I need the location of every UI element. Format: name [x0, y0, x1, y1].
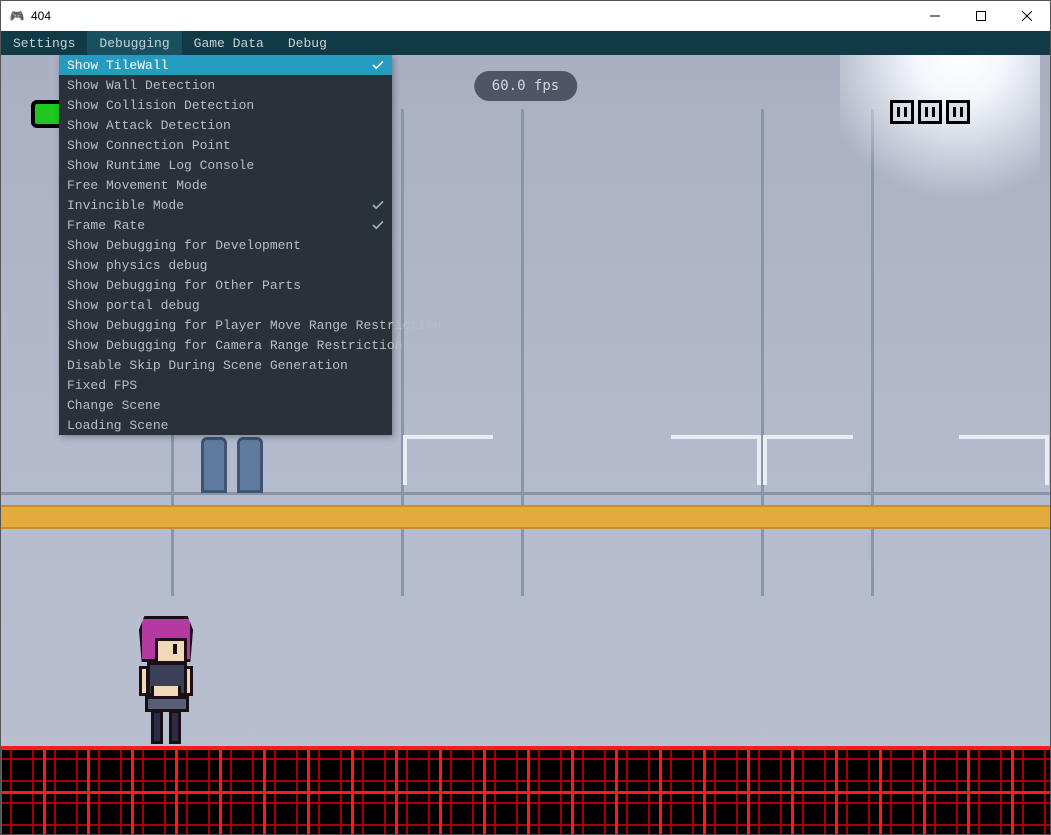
ceiling-light [840, 55, 1040, 225]
tilewall-floor [1, 746, 1050, 834]
bg-pillars [201, 437, 263, 493]
menu-option-label: Show Connection Point [67, 138, 231, 153]
menu-option-label: Show Debugging for Camera Range Restrict… [67, 338, 402, 353]
minimize-button[interactable] [912, 1, 958, 31]
menu-item-game-data[interactable]: Game Data [182, 31, 276, 55]
menu-option-show-wall-detection[interactable]: Show Wall Detection [59, 75, 392, 95]
menu-option-show-physics-debug[interactable]: Show physics debug [59, 255, 392, 275]
menu-option-show-runtime-log-console[interactable]: Show Runtime Log Console [59, 155, 392, 175]
menu-option-invincible-mode[interactable]: Invincible Mode [59, 195, 392, 215]
app-window: 🎮 404 Settings Debugging Game Data Debug [0, 0, 1051, 835]
item-slot [946, 100, 970, 124]
menu-option-show-attack-detection[interactable]: Show Attack Detection [59, 115, 392, 135]
wall-line [1, 492, 1050, 495]
menu-option-show-debugging-for-other-parts[interactable]: Show Debugging for Other Parts [59, 275, 392, 295]
fps-counter: 60.0 fps [474, 71, 577, 101]
player-sprite [131, 616, 201, 746]
menubar: Settings Debugging Game Data Debug [1, 31, 1050, 55]
check-icon [372, 219, 384, 231]
window-controls [912, 1, 1050, 31]
menu-option-show-collision-detection[interactable]: Show Collision Detection [59, 95, 392, 115]
maximize-button[interactable] [958, 1, 1004, 31]
menu-option-label: Show physics debug [67, 258, 207, 273]
menu-option-label: Change Scene [67, 398, 161, 413]
menu-item-label: Game Data [194, 36, 264, 51]
check-icon [372, 199, 384, 211]
menu-option-show-debugging-for-development[interactable]: Show Debugging for Development [59, 235, 392, 255]
window-title: 404 [31, 9, 51, 23]
accent-strip [1, 505, 1050, 529]
menu-option-label: Disable Skip During Scene Generation [67, 358, 348, 373]
wall-corner [763, 435, 853, 485]
menu-option-label: Show Collision Detection [67, 98, 254, 113]
menu-option-show-debugging-for-camera-range-restriction[interactable]: Show Debugging for Camera Range Restrict… [59, 335, 392, 355]
menu-item-label: Debug [288, 36, 327, 51]
item-slot [918, 100, 942, 124]
menu-option-label: Show Attack Detection [67, 118, 231, 133]
close-button[interactable] [1004, 1, 1050, 31]
wall-corner [959, 435, 1049, 485]
wall-corner [403, 435, 493, 485]
menu-item-settings[interactable]: Settings [1, 31, 87, 55]
menu-option-frame-rate[interactable]: Frame Rate [59, 215, 392, 235]
menu-option-label: Show Debugging for Other Parts [67, 278, 301, 293]
game-viewport[interactable]: 60.0 fps Show TileWall Show Wall Detectio… [1, 55, 1050, 834]
menu-option-label: Show Debugging for Development [67, 238, 301, 253]
menu-option-show-debugging-for-player-move-range-restriction[interactable]: Show Debugging for Player Move Range Res… [59, 315, 392, 335]
menu-item-debugging[interactable]: Debugging [87, 31, 181, 55]
menu-item-debug[interactable]: Debug [276, 31, 339, 55]
check-icon [372, 59, 384, 71]
menu-option-change-scene[interactable]: Change Scene [59, 395, 392, 415]
debugging-menu-dropdown: Show TileWall Show Wall Detection Show Col… [59, 55, 392, 435]
item-slot [890, 100, 914, 124]
menu-option-fixed-fps[interactable]: Fixed FPS [59, 375, 392, 395]
menu-option-show-tilewall[interactable]: Show TileWall [59, 55, 392, 75]
app-icon: 🎮 [9, 8, 25, 24]
menu-option-label: Fixed FPS [67, 378, 137, 393]
menu-option-label: Show TileWall [67, 58, 168, 73]
menu-option-label: Free Movement Mode [67, 178, 207, 193]
menu-option-label: Show Debugging for Player Move Range Res… [67, 318, 441, 333]
menu-option-label: Show portal debug [67, 298, 200, 313]
menu-option-label: Frame Rate [67, 218, 145, 233]
menu-option-label: Show Wall Detection [67, 78, 215, 93]
titlebar: 🎮 404 [1, 1, 1050, 31]
menu-item-label: Debugging [99, 36, 169, 51]
menu-option-label: Loading Scene [67, 418, 168, 433]
menu-option-disable-skip-during-scene-generation[interactable]: Disable Skip During Scene Generation [59, 355, 392, 375]
menu-option-loading-scene[interactable]: Loading Scene [59, 415, 392, 435]
menu-option-label: Show Runtime Log Console [67, 158, 254, 173]
menu-option-show-connection-point[interactable]: Show Connection Point [59, 135, 392, 155]
menu-option-label: Invincible Mode [67, 198, 184, 213]
menu-option-show-portal-debug[interactable]: Show portal debug [59, 295, 392, 315]
menu-option-free-movement-mode[interactable]: Free Movement Mode [59, 175, 392, 195]
menu-item-label: Settings [13, 36, 75, 51]
item-slots [890, 100, 970, 124]
wall-corner [671, 435, 761, 485]
